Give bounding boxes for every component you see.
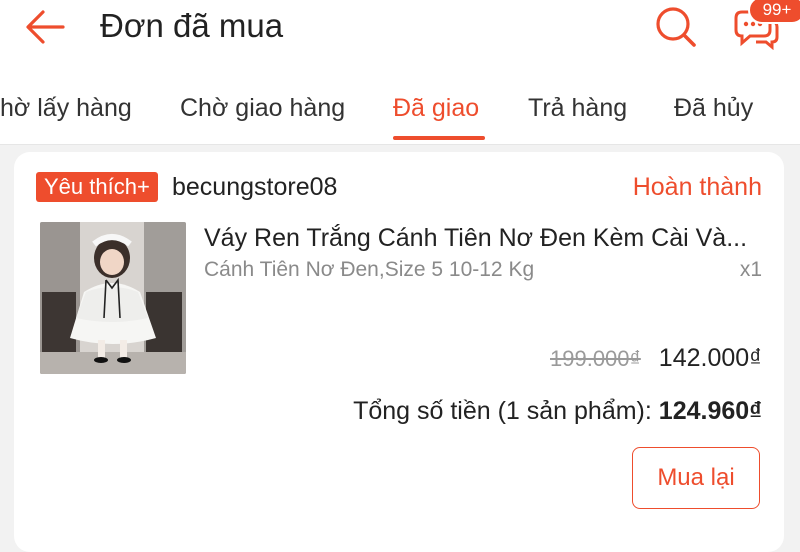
order-card[interactable]: Yêu thích+ becungstore08 Hoàn thành Váy … bbox=[14, 152, 784, 552]
tab-cho-giao-hang[interactable]: Chờ giao hàng bbox=[180, 92, 345, 124]
search-icon bbox=[656, 7, 696, 47]
product-photo bbox=[40, 222, 186, 374]
tab-da-huy[interactable]: Đã hủy bbox=[674, 92, 753, 124]
original-price: 199.000₫ bbox=[550, 346, 641, 371]
search-button[interactable] bbox=[652, 4, 700, 50]
chat-badge: 99+ bbox=[748, 0, 800, 24]
active-tab-indicator bbox=[393, 136, 485, 140]
app-header: Đơn đã mua 99+ bbox=[0, 0, 800, 70]
order-status-tabs: hờ lấy hàng Chờ giao hàng Đã giao Trả hà… bbox=[0, 70, 800, 145]
buy-again-button[interactable]: Mua lại bbox=[632, 447, 760, 509]
page-title: Đơn đã mua bbox=[100, 7, 284, 44]
product-price: 142.000₫ bbox=[658, 344, 762, 372]
order-status: Hoàn thành bbox=[632, 173, 762, 201]
product-variant: Cánh Tiên Nơ Đen,Size 5 10-12 Kg bbox=[204, 258, 535, 281]
tab-tra-hang[interactable]: Trả hàng bbox=[528, 92, 627, 124]
tab-cho-lay-hang[interactable]: hờ lấy hàng bbox=[0, 92, 132, 124]
order-total-value: 124.960₫ bbox=[658, 397, 762, 425]
shop-name[interactable]: becungstore08 bbox=[172, 171, 337, 203]
preferred-shop-tag: Yêu thích+ bbox=[36, 172, 158, 202]
product-thumbnail[interactable] bbox=[40, 222, 186, 374]
tab-da-giao[interactable]: Đã giao bbox=[393, 92, 479, 124]
back-button[interactable] bbox=[22, 6, 68, 48]
product-quantity: x1 bbox=[739, 258, 762, 281]
order-total-label: Tổng số tiền (1 sản phẩm): bbox=[353, 397, 652, 425]
product-name[interactable]: Váy Ren Trắng Cánh Tiên Nơ Đen Kèm Cài V… bbox=[204, 222, 764, 254]
arrow-left-icon bbox=[26, 10, 65, 44]
order-total: Tổng số tiền (1 sản phẩm): 124.960₫ bbox=[353, 395, 762, 427]
